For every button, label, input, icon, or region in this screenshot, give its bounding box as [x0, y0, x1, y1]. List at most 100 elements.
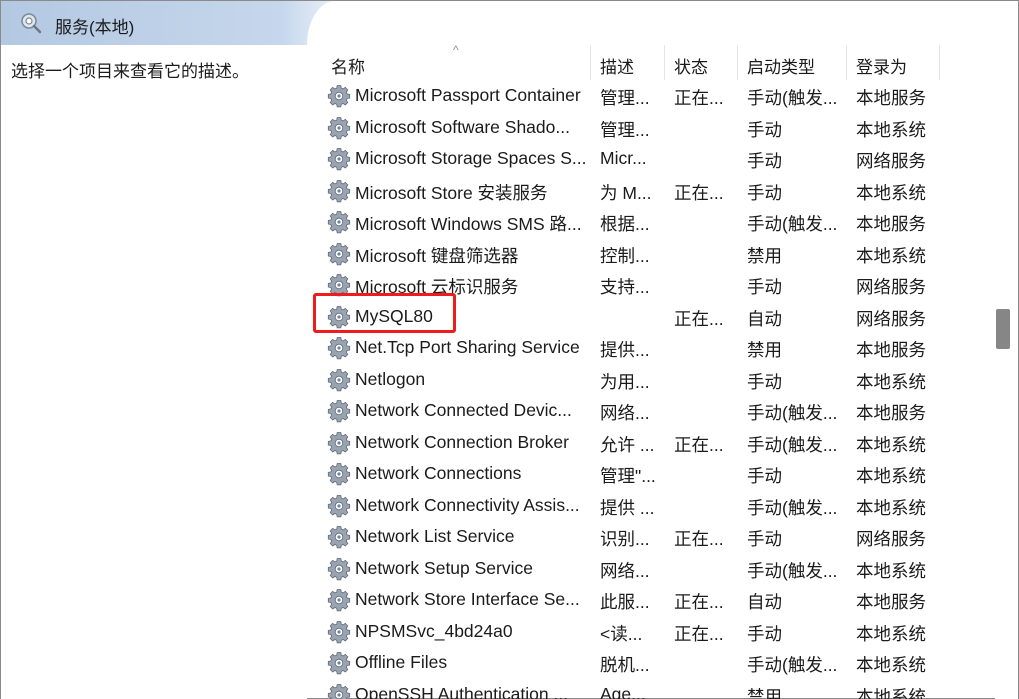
service-row[interactable]: Microsoft Software Shado... 管理... 手动 本地系统: [307, 112, 995, 144]
service-row[interactable]: Net.Tcp Port Sharing Service 提供... 禁用 本地服务: [307, 332, 995, 364]
service-gear-icon: [327, 494, 351, 517]
service-description: 提供 ...: [600, 497, 655, 518]
service-status: 正在...: [674, 434, 724, 455]
service-logon-as: 网络服务: [856, 308, 926, 329]
service-row[interactable]: Microsoft Storage Spaces S... Micr... 手动 网络…: [307, 143, 995, 175]
vertical-scrollbar[interactable]: [995, 45, 1018, 699]
service-status: 正在...: [674, 88, 724, 108]
service-startup-type: 手动: [747, 182, 782, 203]
service-name: Network Connected Devic...: [355, 400, 572, 420]
window-header: 服务(本地): [1, 1, 1018, 45]
service-logon-as: 网络服务: [856, 529, 926, 549]
column-header-status[interactable]: 状态: [674, 53, 708, 78]
column-divider[interactable]: [664, 45, 665, 80]
service-gear-icon: [327, 368, 351, 391]
column-divider[interactable]: [737, 45, 738, 80]
service-description: 网络...: [600, 403, 650, 423]
service-startup-type: 手动(触发...: [747, 403, 838, 423]
service-gear-icon: [327, 683, 351, 699]
service-description: Age...: [600, 683, 646, 699]
column-divider[interactable]: [939, 45, 940, 80]
service-name: OpenSSH Authentication ...: [355, 683, 569, 699]
service-row[interactable]: OpenSSH Authentication ... Age... 禁用 本地系统: [307, 679, 995, 699]
service-description: 控制...: [600, 245, 650, 266]
service-name: Network Setup Service: [355, 557, 533, 578]
column-header-logon-as[interactable]: 登录为: [856, 53, 907, 78]
service-startup-type: 手动(触发...: [747, 214, 838, 234]
service-startup-type: 手动: [747, 119, 782, 140]
service-status: 正在...: [674, 592, 724, 612]
service-row[interactable]: Microsoft 键盘筛选器 控制... 禁用 本地系统: [307, 238, 995, 270]
service-gear-icon: [327, 463, 351, 486]
services-rows: Microsoft Passport Container 管理... 正在... 手动…: [307, 80, 995, 699]
service-gear-icon: [327, 116, 351, 139]
service-row[interactable]: Offline Files 脱机... 手动(触发... 本地系统: [307, 647, 995, 679]
service-description: 网络...: [600, 560, 650, 581]
column-header-name[interactable]: 名称: [331, 53, 365, 78]
column-header-description[interactable]: 描述: [600, 53, 634, 78]
service-gear-icon: [327, 400, 351, 423]
service-logon-as: 本地系统: [856, 182, 926, 203]
service-description: 管理...: [600, 88, 650, 108]
service-description: 支持...: [600, 277, 650, 297]
service-gear-icon: [327, 431, 351, 454]
service-row[interactable]: Network Connections 管理"... 手动 本地系统: [307, 458, 995, 490]
service-name: NPSMSvc_4bd24a0: [355, 620, 513, 641]
service-startup-type: 手动: [747, 466, 782, 486]
services-window: 服务(本地) 选择一个项目来查看它的描述。 ^ 名称 描述 状态 启动类型 登录…: [0, 0, 1019, 699]
service-startup-type: 禁用: [747, 686, 782, 699]
service-logon-as: 网络服务: [856, 277, 926, 297]
header-curve: [307, 1, 1018, 45]
service-startup-type: 自动: [747, 308, 782, 329]
scrollbar-thumb[interactable]: [996, 309, 1010, 349]
service-name: Network Connectivity Assis...: [355, 494, 580, 515]
service-name: Network List Service: [355, 526, 515, 546]
service-startup-type: 手动(触发...: [747, 434, 838, 455]
service-row[interactable]: Network Connection Broker 允许 ... 正在... 手动(触…: [307, 427, 995, 459]
service-name: Netlogon: [355, 368, 426, 389]
service-startup-type: 禁用: [747, 245, 782, 266]
service-logon-as: 本地系统: [856, 560, 926, 581]
service-gear-icon: [327, 242, 351, 265]
service-row[interactable]: NPSMSvc_4bd24a0 <读... 正在... 手动 本地系统: [307, 616, 995, 648]
column-divider[interactable]: [846, 45, 847, 80]
service-gear-icon: [327, 526, 351, 549]
service-description: 为 M...: [600, 182, 652, 203]
service-gear-icon: [327, 589, 351, 612]
services-list[interactable]: ^ 名称 描述 状态 启动类型 登录为 Microsoft Passport C…: [307, 45, 995, 699]
service-row[interactable]: Microsoft Windows SMS 路... 根据... 手动(触发... 本…: [307, 206, 995, 238]
service-row[interactable]: Network Connectivity Assis... 提供 ... 手动(触发…: [307, 490, 995, 522]
service-logon-as: 本地系统: [856, 434, 926, 455]
column-divider[interactable]: [590, 45, 591, 80]
service-row[interactable]: Network Connected Devic... 网络... 手动(触发... 本…: [307, 395, 995, 427]
service-logon-as: 本地系统: [856, 497, 926, 518]
service-name: Microsoft Passport Container: [355, 85, 581, 105]
service-logon-as: 本地系统: [856, 119, 926, 140]
header-band: [1, 1, 331, 45]
service-row[interactable]: Microsoft Store 安装服务 为 M... 正在... 手动 本地系统: [307, 175, 995, 207]
column-header-startup-type[interactable]: 启动类型: [747, 53, 815, 78]
service-logon-as: 本地系统: [856, 655, 926, 675]
description-pane: 选择一个项目来查看它的描述。: [1, 45, 307, 699]
service-row[interactable]: Microsoft Passport Container 管理... 正在... 手动…: [307, 80, 995, 112]
service-row[interactable]: Network Setup Service 网络... 手动(触发... 本地系统: [307, 553, 995, 585]
service-logon-as: 本地服务: [856, 214, 926, 234]
service-row[interactable]: Network List Service 识别... 正在... 手动 网络服务: [307, 521, 995, 553]
service-description: <读...: [600, 623, 643, 644]
service-gear-icon: [327, 179, 351, 202]
service-name: Net.Tcp Port Sharing Service: [355, 337, 580, 357]
service-name: Network Store Interface Se...: [355, 589, 580, 609]
service-status: 正在...: [674, 623, 724, 644]
service-row[interactable]: Network Store Interface Se... 此服... 正在... 自…: [307, 584, 995, 616]
services-icon: [21, 13, 42, 34]
service-row[interactable]: Netlogon 为用... 手动 本地系统: [307, 364, 995, 396]
service-gear-icon: [327, 148, 351, 171]
service-logon-as: 本地系统: [856, 623, 926, 644]
service-startup-type: 手动(触发...: [747, 560, 838, 581]
service-startup-type: 手动: [747, 529, 782, 549]
service-description: 根据...: [600, 214, 650, 234]
service-logon-as: 本地服务: [856, 88, 926, 108]
service-description: 为用...: [600, 371, 650, 392]
service-description: 此服...: [600, 592, 650, 612]
service-description: 管理...: [600, 119, 650, 140]
